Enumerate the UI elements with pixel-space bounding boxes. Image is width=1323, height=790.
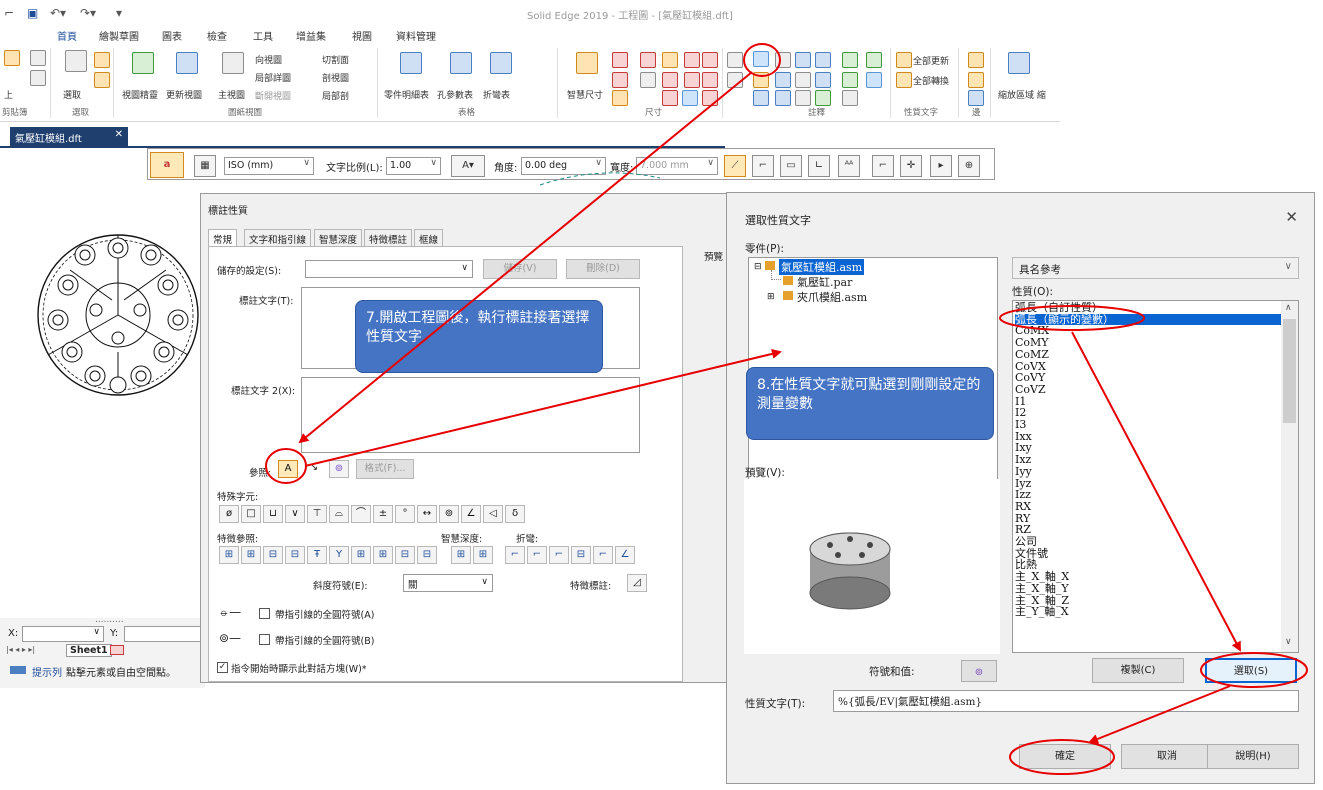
- highlight-circle-property: [999, 305, 1145, 331]
- annotation-overlay: [265, 43, 1308, 775]
- arrow-callout-to-property: [298, 71, 753, 444]
- arrow-select-to-ok: [1088, 685, 1231, 744]
- screenshot-stage: ⌐ ▣ ↶▾ ↷▾ ▾ Solid Edge 2019 - 工程圖 - [氣壓缸…: [0, 0, 1323, 790]
- highlight-circle-property-text: [265, 448, 307, 484]
- highlight-circle-select: [1200, 652, 1308, 688]
- arrow-property-to-select: [1071, 331, 1241, 652]
- drawing-dashed-arc: [539, 172, 661, 186]
- highlight-circle-ok: [1009, 739, 1115, 775]
- arrow-property-to-dialog: [304, 349, 782, 467]
- highlight-circle-callout: [743, 43, 781, 77]
